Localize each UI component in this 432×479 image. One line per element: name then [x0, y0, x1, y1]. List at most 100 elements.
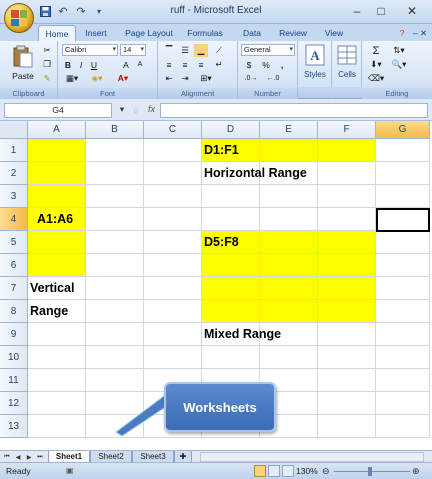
- tab-review[interactable]: Review: [274, 25, 312, 41]
- tab-view[interactable]: View: [318, 25, 350, 41]
- font-size-select[interactable]: 14: [120, 44, 146, 56]
- cell-a9[interactable]: [28, 323, 86, 346]
- undo-icon[interactable]: ↶: [56, 4, 70, 18]
- cell-a5[interactable]: [28, 231, 86, 254]
- cell-f11[interactable]: [318, 369, 376, 392]
- underline-button[interactable]: U: [88, 58, 100, 71]
- cell-d10[interactable]: [202, 346, 260, 369]
- fill-icon[interactable]: ⬇▾: [368, 58, 384, 71]
- cell-d4[interactable]: [202, 208, 260, 231]
- name-box[interactable]: G4: [4, 103, 112, 118]
- cell-f4[interactable]: [318, 208, 376, 231]
- align-top-icon[interactable]: ▔: [162, 44, 176, 57]
- cell-f7[interactable]: [318, 277, 376, 300]
- row-header-2[interactable]: 2: [0, 162, 28, 185]
- column-header-b[interactable]: B: [86, 121, 144, 139]
- fill-color-icon[interactable]: ◈▾: [86, 72, 108, 85]
- percent-button[interactable]: %: [259, 58, 273, 71]
- cell-d6[interactable]: [202, 254, 260, 277]
- cell-c5[interactable]: [144, 231, 202, 254]
- row-header-13[interactable]: 13: [0, 415, 28, 438]
- align-middle-icon[interactable]: ☰: [178, 44, 192, 57]
- fx-icon[interactable]: fx: [148, 104, 155, 114]
- cell-f6[interactable]: [318, 254, 376, 277]
- cell-c9[interactable]: [144, 323, 202, 346]
- tab-page-layout[interactable]: Page Layout: [120, 25, 178, 41]
- bold-button[interactable]: B: [62, 58, 74, 71]
- cell-a1[interactable]: [28, 139, 86, 162]
- cell-a10[interactable]: [28, 346, 86, 369]
- cell-g11[interactable]: [376, 369, 430, 392]
- cell-b6[interactable]: [86, 254, 144, 277]
- redo-icon[interactable]: ↷: [74, 4, 88, 18]
- row-header-3[interactable]: 3: [0, 185, 28, 208]
- column-header-g[interactable]: G: [376, 121, 430, 139]
- cell-e10[interactable]: [260, 346, 318, 369]
- cell-f5[interactable]: [318, 231, 376, 254]
- styles-icon[interactable]: A: [305, 44, 325, 66]
- cell-a6[interactable]: [28, 254, 86, 277]
- cell-c2[interactable]: [144, 162, 202, 185]
- cell-g6[interactable]: [376, 254, 430, 277]
- zoom-in-icon[interactable]: ⊕: [412, 466, 420, 477]
- cut-icon[interactable]: ✂: [40, 44, 54, 57]
- cell-e7[interactable]: [260, 277, 318, 300]
- grow-font-button[interactable]: A: [120, 58, 132, 71]
- align-left-icon[interactable]: ≡: [162, 58, 176, 71]
- cell-g8[interactable]: [376, 300, 430, 323]
- row-header-11[interactable]: 11: [0, 369, 28, 392]
- cell-b4[interactable]: [86, 208, 144, 231]
- column-header-e[interactable]: E: [260, 121, 318, 139]
- help-icon[interactable]: ?: [395, 25, 409, 41]
- cell-b1[interactable]: [86, 139, 144, 162]
- decrease-decimal-icon[interactable]: ←.0: [263, 72, 283, 85]
- cell-f8[interactable]: [318, 300, 376, 323]
- currency-button[interactable]: $: [241, 58, 257, 71]
- cell-c8[interactable]: [144, 300, 202, 323]
- cell-c7[interactable]: [144, 277, 202, 300]
- tab-data[interactable]: Data: [236, 25, 268, 41]
- row-header-7[interactable]: 7: [0, 277, 28, 300]
- paste-icon[interactable]: [12, 45, 34, 69]
- name-box-dropdown-icon[interactable]: ▾: [116, 103, 128, 116]
- shrink-font-button[interactable]: A: [134, 58, 146, 71]
- last-sheet-icon[interactable]: ⏭: [35, 452, 45, 462]
- ribbon-window-controls[interactable]: – ✕: [410, 25, 430, 41]
- cell-d8[interactable]: [202, 300, 260, 323]
- number-format-select[interactable]: General: [241, 44, 295, 56]
- orientation-icon[interactable]: ⟋: [212, 44, 226, 57]
- save-icon[interactable]: [38, 4, 52, 18]
- row-header-5[interactable]: 5: [0, 231, 28, 254]
- sort-filter-icon[interactable]: ⇅▾: [388, 44, 410, 57]
- cell-c1[interactable]: [144, 139, 202, 162]
- italic-button[interactable]: I: [75, 58, 87, 71]
- tab-home[interactable]: Home: [38, 25, 76, 41]
- cell-a13[interactable]: [28, 415, 86, 438]
- cell-f12[interactable]: [318, 392, 376, 415]
- row-header-12[interactable]: 12: [0, 392, 28, 415]
- align-right-icon[interactable]: ≡: [194, 58, 208, 71]
- font-color-icon[interactable]: A▾: [112, 72, 134, 85]
- autosum-button[interactable]: Σ: [368, 44, 384, 57]
- first-sheet-icon[interactable]: ⏮: [2, 452, 12, 462]
- zoom-slider-track[interactable]: [334, 471, 410, 472]
- increase-decimal-icon[interactable]: .0→: [241, 72, 261, 85]
- column-header-d[interactable]: D: [202, 121, 260, 139]
- cell-g5[interactable]: [376, 231, 430, 254]
- cell-b5[interactable]: [86, 231, 144, 254]
- cell-e5[interactable]: [260, 231, 318, 254]
- align-center-icon[interactable]: ≡: [178, 58, 192, 71]
- row-header-1[interactable]: 1: [0, 139, 28, 162]
- merge-center-icon[interactable]: ⊞▾: [196, 72, 216, 85]
- cell-f3[interactable]: [318, 185, 376, 208]
- cell-e4[interactable]: [260, 208, 318, 231]
- cell-e8[interactable]: [260, 300, 318, 323]
- cell-g7[interactable]: [376, 277, 430, 300]
- maximize-button[interactable]: □: [367, 2, 395, 20]
- cell-b9[interactable]: [86, 323, 144, 346]
- macro-record-icon[interactable]: ▣: [66, 466, 74, 475]
- wrap-text-icon[interactable]: ↵: [212, 58, 226, 71]
- cell-c6[interactable]: [144, 254, 202, 277]
- cell-g1[interactable]: [376, 139, 430, 162]
- paste-button[interactable]: Paste: [6, 69, 40, 82]
